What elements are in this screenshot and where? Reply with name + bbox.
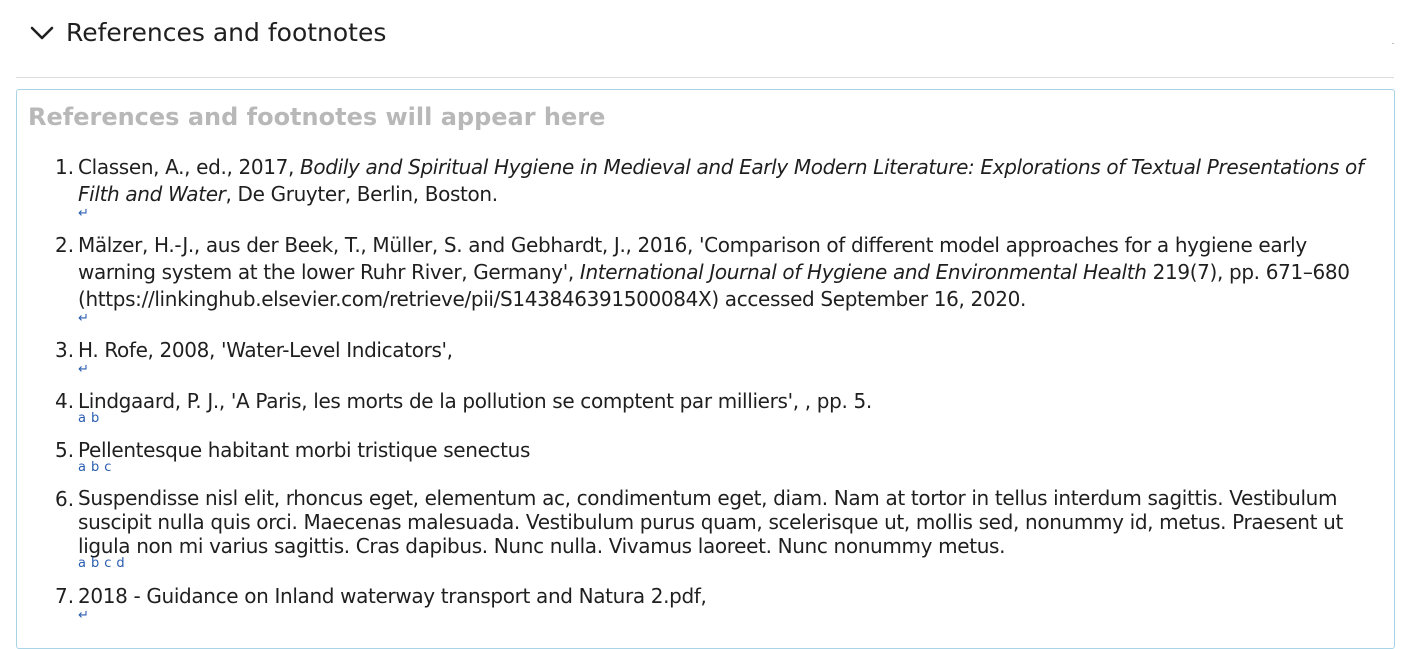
reference-text: Suspendisse nisl elit, rhoncus eget, ele… [78,486,1343,558]
reference-number: 6. [55,487,75,511]
reference-text: Mälzer, H.-J., aus der Beek, T., Müller,… [78,232,1368,313]
backref-links: abcd [78,557,130,571]
backref-link[interactable]: ↵ [78,206,90,221]
backref-links: ↵ [78,207,94,221]
reference-text: Classen, A., ed., 2017, Bodily and Spiri… [78,154,1368,208]
backref-link[interactable]: c [104,460,112,475]
reference-text-part: Classen, A., ed., 2017, [78,155,301,179]
reference-text: Pellentesque habitant morbi tristique se… [78,438,531,462]
divider-mark [1392,43,1394,44]
references-panel: References and footnotes will appear her… [16,89,1395,649]
backref-links: ab [78,412,104,426]
reference-number: 7. [55,584,75,608]
backref-links: abc [78,461,116,475]
reference-number: 1. [55,155,75,179]
backref-link[interactable]: ↵ [78,362,90,377]
reference-number: 2. [55,233,75,257]
backref-links: ↵ [78,609,94,623]
reference-number: 3. [55,338,75,362]
backref-link[interactable]: c [104,556,112,571]
backref-links: ↵ [78,312,94,326]
backref-link[interactable]: d [116,556,125,571]
reference-text-part: , De Gruyter, Berlin, Boston. [225,182,499,206]
reference-number: 4. [55,389,75,413]
backref-link[interactable]: b [91,460,100,475]
references-placeholder: References and footnotes will appear her… [28,103,606,131]
reference-text: H. Rofe, 2008, 'Water-Level Indicators', [78,338,453,362]
backref-link[interactable]: b [91,556,100,571]
backref-link[interactable]: a [78,556,87,571]
section-title: References and footnotes [66,18,387,47]
reference-text: Lindgaard, P. J., 'A Paris, les morts de… [78,389,872,413]
reference-title: International Journal of Hygiene and Env… [579,260,1147,284]
backref-link[interactable]: a [78,460,87,475]
backref-link[interactable]: b [91,411,100,426]
backref-link[interactable]: ↵ [78,311,90,326]
reference-number: 5. [55,438,75,462]
backref-links: ↵ [78,363,94,377]
references-section-header[interactable]: References and footnotes [16,0,1394,78]
chevron-down-icon[interactable] [30,22,54,46]
backref-link[interactable]: ↵ [78,608,90,623]
reference-text: 2018 - Guidance on Inland waterway trans… [78,584,707,608]
backref-link[interactable]: a [78,411,87,426]
